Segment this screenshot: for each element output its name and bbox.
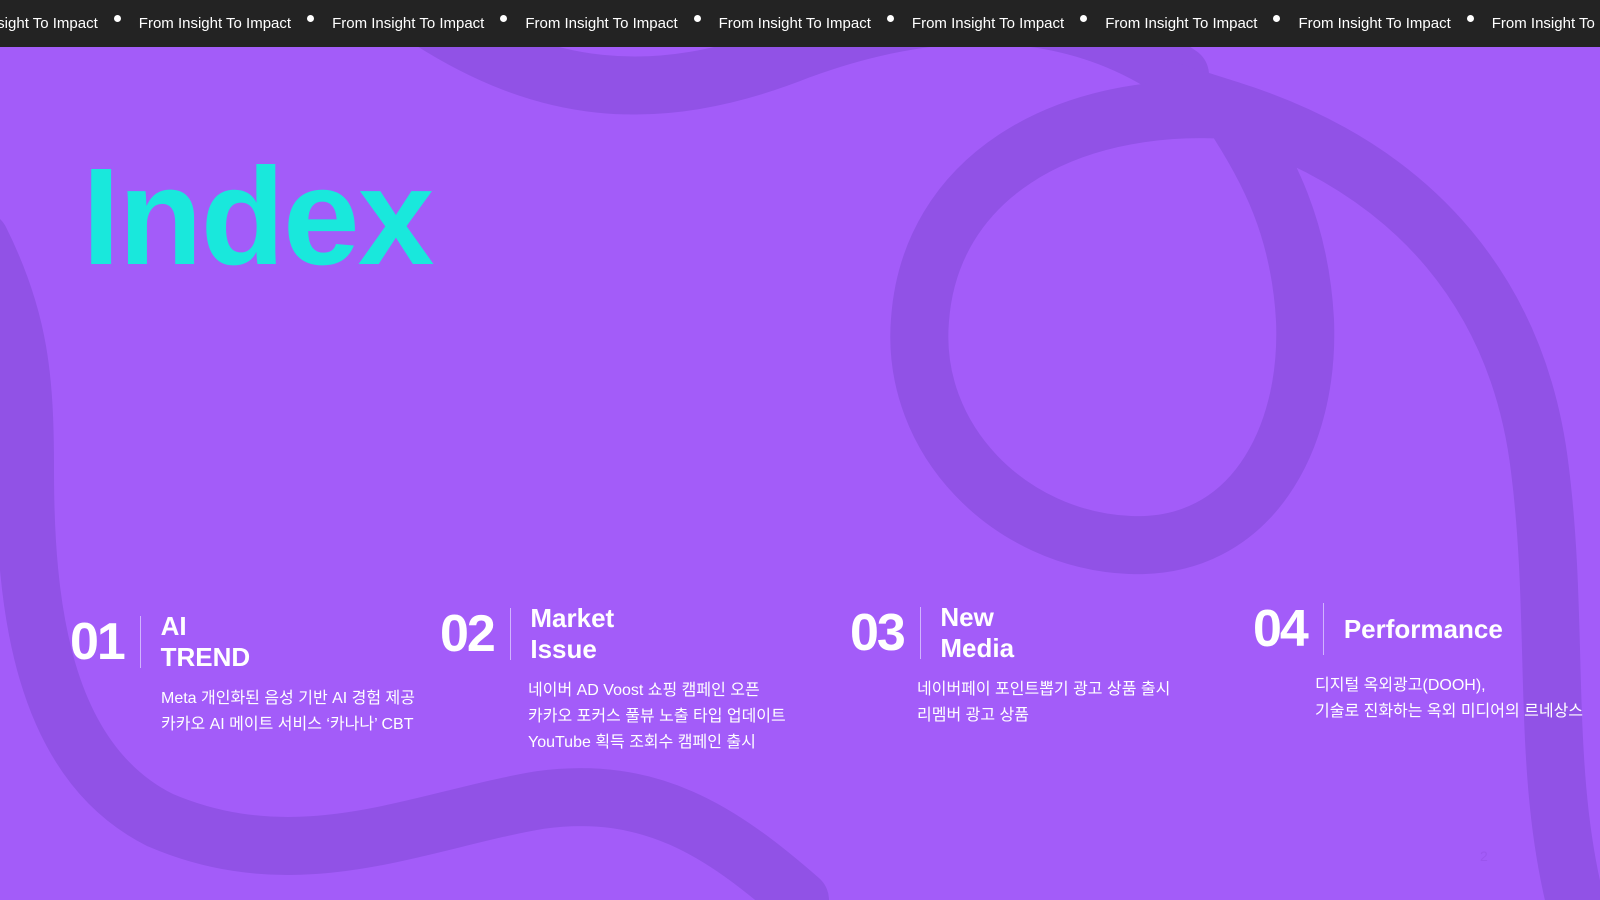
section-item: 카카오 AI 메이트 서비스 ‘카나나’ CBT <box>161 716 414 733</box>
section-number: 03 <box>850 604 906 662</box>
section-header: 02 Market Issue <box>440 603 615 664</box>
background-curves <box>0 0 1600 900</box>
ticker-banner: m Insight To Impact From Insight To Impa… <box>0 0 1600 47</box>
section-title: Performance <box>1343 613 1503 644</box>
section-divider <box>509 608 511 660</box>
index-slide: m Insight To Impact From Insight To Impa… <box>0 0 1600 900</box>
section-item: 리멤버 광고 상품 <box>917 707 1029 724</box>
section-number: 01 <box>70 613 126 671</box>
bullet-dot-icon <box>1466 15 1474 22</box>
section-header: 04 Performance <box>1253 601 1503 657</box>
ticker-text-last: From Insight To <box>1491 15 1595 32</box>
ticker-text-first: m Insight To Impact <box>0 15 98 32</box>
ticker-text: From Insight To Impact <box>332 15 485 32</box>
bullet-dot-icon <box>693 15 701 22</box>
section-number: 04 <box>1253 600 1309 658</box>
section-item: Meta 개인화된 음성 기반 AI 경험 제공 <box>161 690 415 707</box>
bullet-dot-icon <box>1273 15 1281 22</box>
section-divider <box>1322 603 1324 655</box>
section-header: 01 AI TREND <box>70 611 251 672</box>
section-item: 네이버 AD Voost 쇼핑 캠페인 오픈 <box>528 682 760 699</box>
section-title: AI TREND <box>160 611 251 672</box>
bullet-dot-icon <box>1080 15 1088 22</box>
ticker-track: m Insight To Impact From Insight To Impa… <box>0 0 1595 47</box>
section-divider <box>139 616 141 668</box>
section-item-list: 네이버 AD Voost 쇼핑 캠페인 오픈 카카오 포커스 풀뷰 노출 타입 … <box>528 678 786 756</box>
bullet-dot-icon <box>113 15 121 22</box>
page-number: 2 <box>1480 848 1488 864</box>
section-item-list: 네이버페이 포인트뽑기 광고 상품 출시 리멤버 광고 상품 <box>917 677 1170 729</box>
section-item-list: Meta 개인화된 음성 기반 AI 경험 제공 카카오 AI 메이트 서비스 … <box>161 686 415 738</box>
ticker-text: From Insight To Impact <box>911 15 1065 32</box>
ticker-text: From Insight To Impact <box>718 15 871 32</box>
ticker-text: From Insight To Impact <box>525 15 678 32</box>
loop-curve <box>890 57 1600 900</box>
slide-title: Index <box>82 140 434 294</box>
section-divider <box>919 607 921 659</box>
bullet-dot-icon <box>307 15 315 22</box>
bullet-dot-icon <box>886 15 894 22</box>
section-header: 03 New Media <box>850 602 1015 663</box>
bullet-dot-icon <box>500 15 508 22</box>
section-item: 디지털 옥외광고(DOOH), <box>1315 677 1486 694</box>
section-item: 기술로 진화하는 옥외 미디어의 르네상스 <box>1315 703 1584 720</box>
section-title: New Media <box>940 602 1015 663</box>
section-title: Market Issue <box>530 603 615 664</box>
ticker-text: From Insight To Impact <box>138 15 292 32</box>
section-number: 02 <box>440 605 496 663</box>
section-item: YouTube 획득 조회수 캠페인 출시 <box>528 734 756 751</box>
ticker-text: From Insight To Impact <box>1298 15 1451 32</box>
section-item: 카카오 포커스 풀뷰 노출 타입 업데이트 <box>528 708 786 725</box>
ticker-text: From Insight To Impact <box>1105 15 1258 32</box>
section-item-list: 디지털 옥외광고(DOOH), 기술로 진화하는 옥외 미디어의 르네상스 <box>1315 673 1583 725</box>
section-item: 네이버페이 포인트뽑기 광고 상품 출시 <box>917 681 1171 698</box>
left-bottom-curve <box>0 219 829 900</box>
